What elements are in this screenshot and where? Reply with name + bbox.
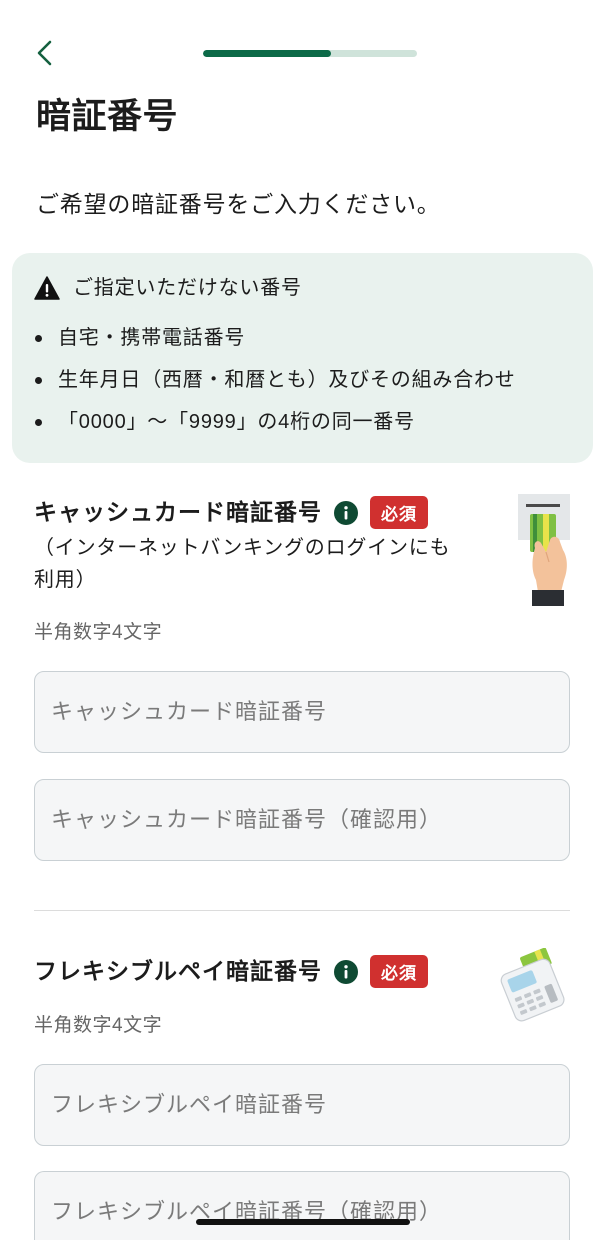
bullet-dot	[35, 419, 42, 426]
flexible-pay-pin-header: フレキシブルペイ暗証番号 必須	[34, 955, 428, 988]
card-terminal-illustration	[496, 948, 574, 1022]
required-badge: 必須	[370, 496, 428, 529]
cash-card-pin-confirm-input[interactable]	[34, 779, 570, 861]
page-subtitle: ご希望の暗証番号をご入力ください。	[36, 191, 441, 217]
notice-item: 自宅・携帯電話番号	[12, 323, 593, 353]
progress-bar	[203, 50, 417, 57]
notice-item-text: 「0000」〜「9999」の4桁の同一番号	[58, 411, 415, 433]
flexible-pay-pin-label: フレキシブルペイ暗証番号	[34, 958, 322, 984]
flexible-pay-pin-input[interactable]	[34, 1064, 570, 1146]
hand-holding-card-illustration	[516, 492, 574, 608]
flexible-pay-pin-confirm-input[interactable]	[34, 1171, 570, 1240]
cash-card-pin-hint: 半角数字4文字	[34, 622, 163, 643]
notice-list: 自宅・携帯電話番号 生年月日（西暦・和暦とも）及びその組み合わせ 「0000」〜…	[12, 323, 593, 449]
notice-heading: ご指定いただけない番号	[73, 277, 302, 299]
chevron-left-icon[interactable]	[35, 39, 55, 67]
bullet-dot	[35, 377, 42, 384]
cash-card-pin-note: （インターネットバンキングのログインにも利用）	[34, 537, 451, 591]
page-title: 暗証番号	[36, 97, 179, 136]
flexible-pay-pin-hint: 半角数字4文字	[34, 1015, 163, 1036]
info-icon[interactable]	[334, 959, 358, 984]
cash-card-pin-header: キャッシュカード暗証番号 必須	[34, 496, 428, 529]
notice-header: ご指定いただけない番号	[34, 273, 302, 303]
info-icon[interactable]	[334, 500, 358, 525]
cash-card-pin-label: キャッシュカード暗証番号	[34, 499, 322, 525]
section-divider	[34, 910, 570, 911]
home-indicator	[196, 1219, 410, 1225]
bullet-dot	[35, 335, 42, 342]
restriction-notice: ご指定いただけない番号 自宅・携帯電話番号 生年月日（西暦・和暦とも）及びその組…	[12, 253, 593, 463]
progress-fill	[203, 50, 332, 57]
notice-item-text: 自宅・携帯電話番号	[58, 327, 246, 349]
notice-item-text: 生年月日（西暦・和暦とも）及びその組み合わせ	[58, 369, 516, 391]
notice-item: 「0000」〜「9999」の4桁の同一番号	[12, 407, 593, 437]
cash-card-info-button[interactable]	[334, 500, 358, 525]
required-badge: 必須	[370, 955, 428, 988]
back-button[interactable]	[30, 37, 60, 69]
flexible-pay-info-button[interactable]	[334, 959, 358, 984]
cash-card-pin-input[interactable]	[34, 671, 570, 753]
warning-icon	[34, 276, 60, 300]
notice-item: 生年月日（西暦・和暦とも）及びその組み合わせ	[12, 365, 593, 395]
